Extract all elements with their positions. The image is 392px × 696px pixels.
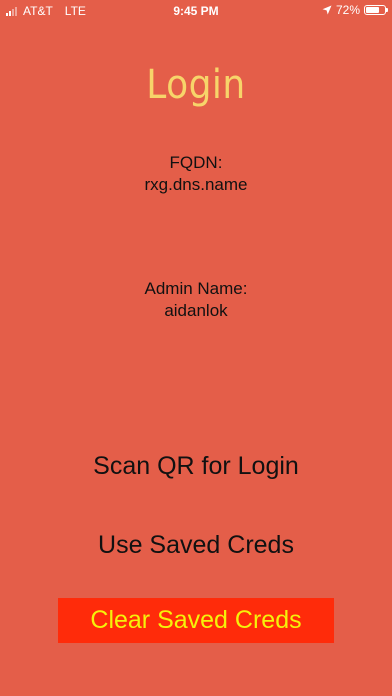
battery-percent: 72% — [335, 3, 360, 17]
battery-icon — [364, 5, 388, 15]
status-right: 72% — [322, 3, 388, 17]
admin-section: Admin Name: aidanlok — [0, 278, 392, 322]
admin-name-value: aidanlok — [164, 301, 228, 320]
admin-name-label: Admin Name: — [144, 279, 248, 298]
fqdn-value: rxg.dns.name — [144, 175, 248, 194]
location-arrow-icon — [322, 5, 332, 15]
clear-saved-creds-button[interactable]: Clear Saved Creds — [58, 598, 334, 643]
scan-qr-button[interactable]: Scan QR for Login — [0, 452, 392, 481]
fqdn-section: FQDN: rxg.dns.name — [0, 152, 392, 196]
battery-fill — [366, 7, 379, 13]
page-title: Login — [146, 62, 246, 108]
fqdn-label: FQDN: — [169, 153, 223, 172]
use-saved-creds-button[interactable]: Use Saved Creds — [0, 531, 392, 560]
status-bar: AT&T LTE 9:45 PM 72% — [0, 0, 392, 22]
